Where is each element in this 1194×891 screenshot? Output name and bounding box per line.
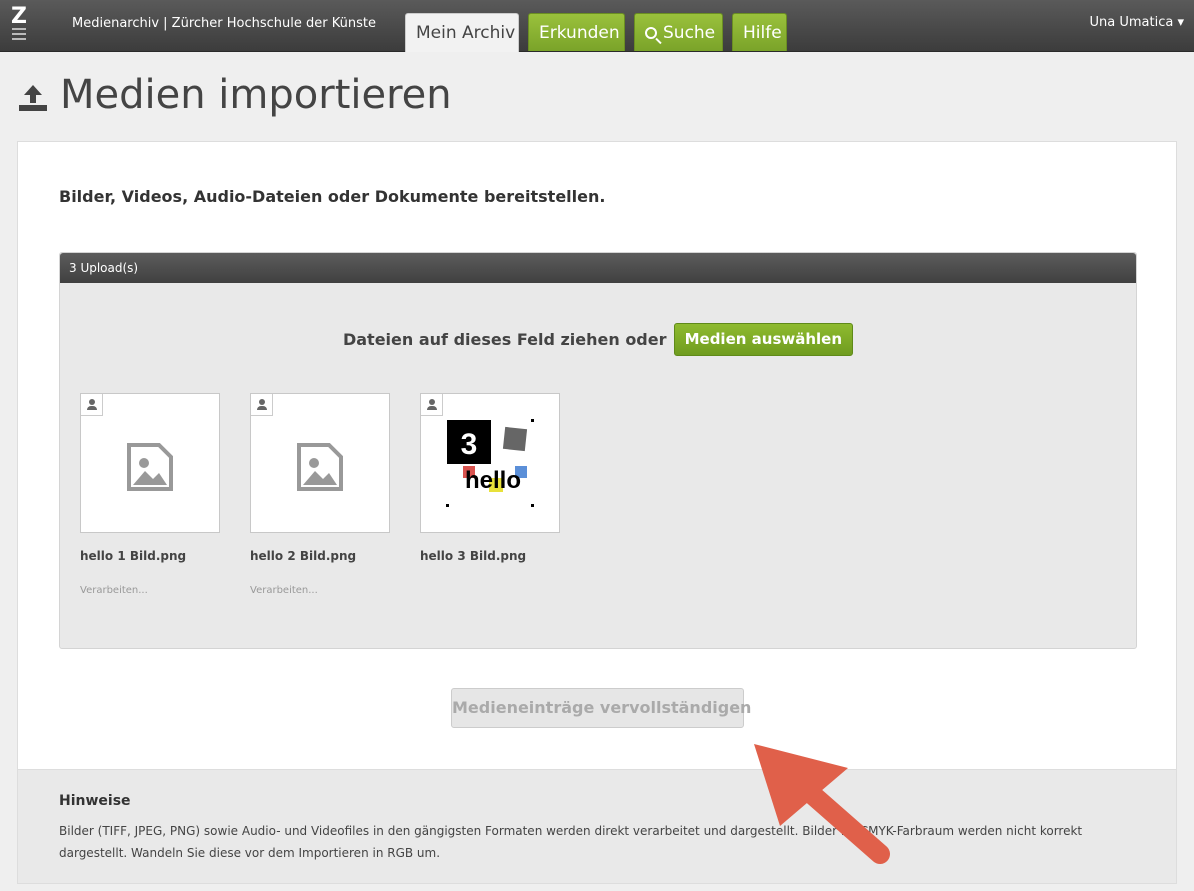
- file-card[interactable]: hello 1 Bild.png Verarbeiten...: [80, 393, 222, 596]
- file-thumbnail[interactable]: [80, 393, 220, 533]
- file-status: Verarbeiten...: [80, 585, 148, 596]
- file-thumbnail[interactable]: 3 hello: [420, 393, 560, 533]
- tab-hilfe[interactable]: Hilfe: [732, 13, 787, 51]
- upload-icon: [19, 85, 47, 111]
- tab-erkunden-label: Erkunden: [539, 23, 620, 43]
- drop-text: Dateien auf dieses Feld ziehen oder: [342, 330, 667, 349]
- user-name: Una Umatica: [1089, 15, 1174, 30]
- drop-instructions: Dateien auf dieses Feld ziehen oder Medi…: [60, 323, 1136, 356]
- preview-word: hello: [465, 467, 521, 494]
- user-icon: [421, 394, 443, 416]
- image-placeholder-icon: [297, 443, 343, 491]
- file-name: hello 1 Bild.png: [80, 549, 187, 563]
- site-title[interactable]: Medienarchiv | Zürcher Hochschule der Kü…: [72, 16, 376, 31]
- user-icon: [81, 394, 103, 416]
- upload-count-header: 3 Upload(s): [60, 253, 1136, 283]
- intro-text: Bilder, Videos, Audio-Dateien oder Dokum…: [59, 187, 606, 206]
- search-icon: [645, 27, 657, 39]
- user-menu[interactable]: Una Umatica ▾: [1090, 15, 1185, 30]
- annotation-arrow-icon: [754, 744, 890, 864]
- select-media-button[interactable]: Medien auswählen: [673, 323, 854, 356]
- preview-image: 3 hello: [446, 419, 534, 507]
- logo-lines-icon: [12, 28, 26, 40]
- tab-suche-label: Suche: [663, 23, 716, 43]
- file-thumbnail[interactable]: [250, 393, 390, 533]
- file-card[interactable]: 3 hello hello 3 Bild.png: [420, 393, 562, 563]
- tab-mein-archiv[interactable]: Mein Archiv: [405, 13, 519, 52]
- complete-entries-button[interactable]: Medieneinträge vervollständigen: [451, 688, 751, 728]
- tab-suche[interactable]: Suche: [634, 13, 723, 51]
- notes-text: Bilder (TIFF, JPEG, PNG) sowie Audio- un…: [59, 824, 1083, 860]
- file-card[interactable]: hello 2 Bild.png Verarbeiten...: [250, 393, 392, 596]
- page-title: Medien importieren: [60, 72, 452, 118]
- image-placeholder-icon: [127, 443, 173, 491]
- file-name: hello 3 Bild.png: [420, 549, 527, 563]
- preview-number: 3: [461, 428, 478, 461]
- tab-hilfe-label: Hilfe: [743, 23, 782, 43]
- top-navigation-bar: Z Medienarchiv | Zürcher Hochschule der …: [0, 0, 1194, 52]
- file-name: hello 2 Bild.png: [250, 549, 357, 563]
- tab-erkunden[interactable]: Erkunden: [528, 13, 625, 51]
- upload-dropzone[interactable]: 3 Upload(s) Dateien auf dieses Feld zieh…: [59, 252, 1137, 649]
- notes-section: Hinweise Bilder (TIFF, JPEG, PNG) sowie …: [17, 769, 1177, 884]
- import-panel: Bilder, Videos, Audio-Dateien oder Dokum…: [17, 141, 1177, 769]
- chevron-down-icon: ▾: [1177, 15, 1184, 30]
- tab-mein-archiv-label: Mein Archiv: [416, 23, 516, 43]
- user-icon: [251, 394, 273, 416]
- notes-title: Hinweise: [59, 793, 131, 809]
- file-status: Verarbeiten...: [250, 585, 318, 596]
